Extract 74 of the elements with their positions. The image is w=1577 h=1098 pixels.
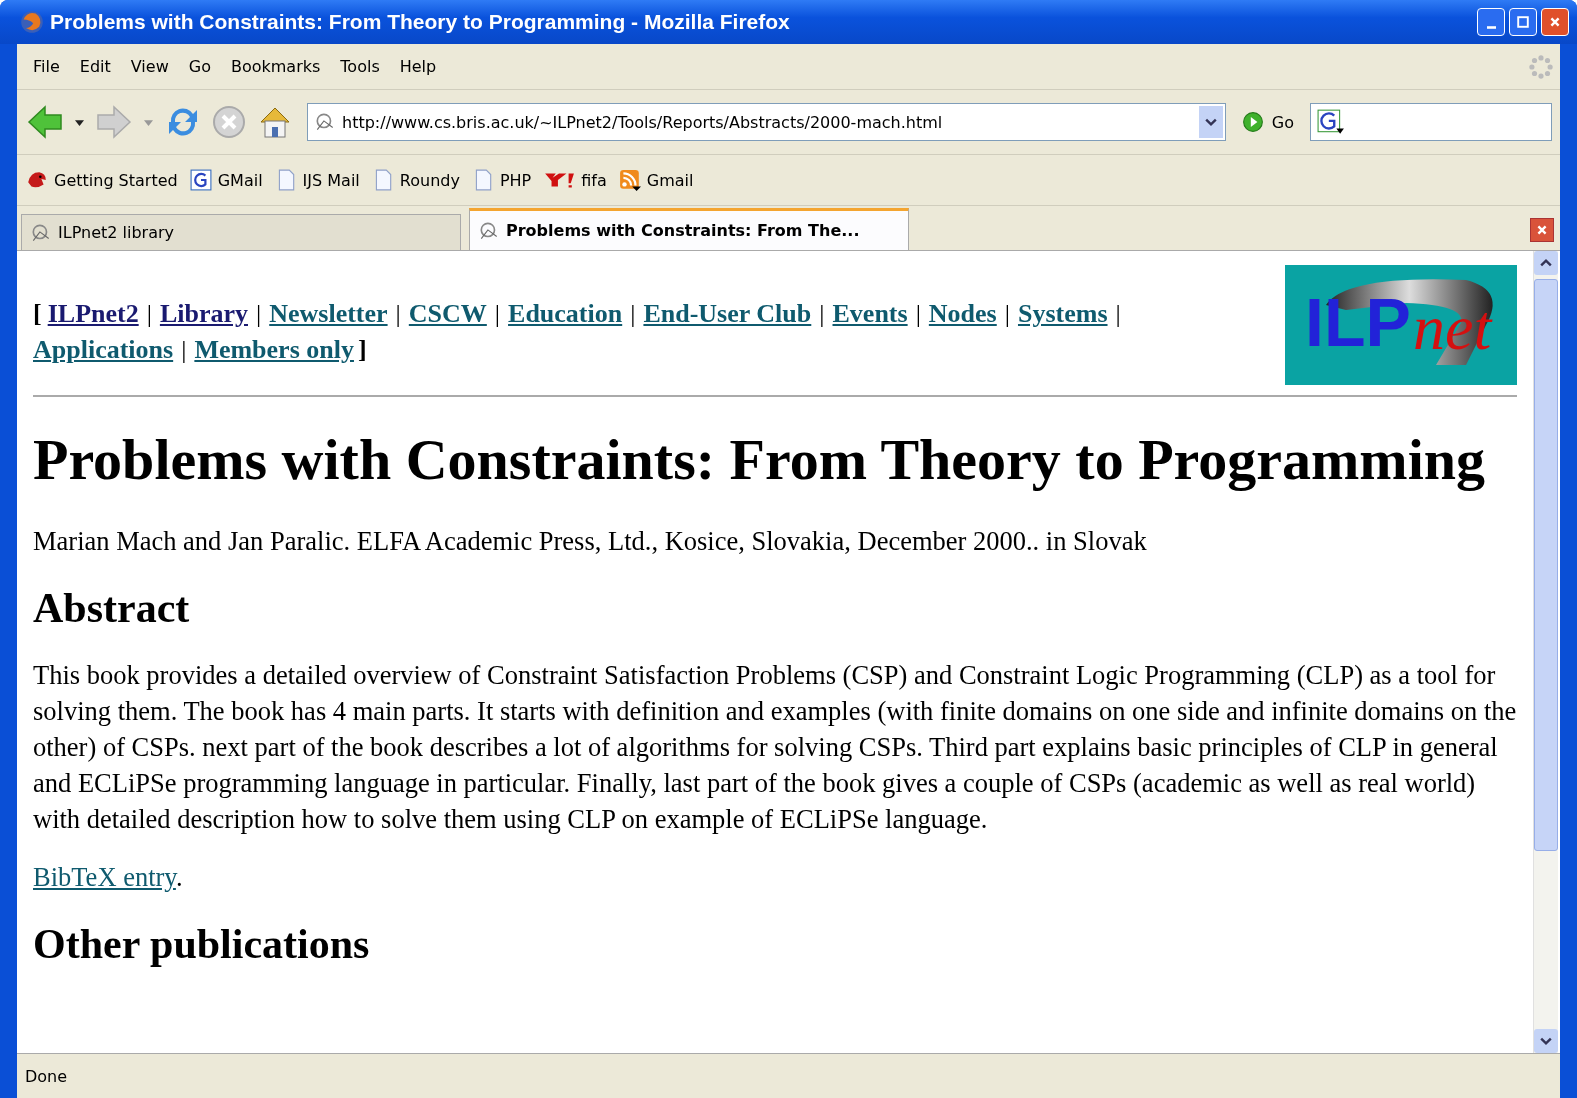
bookmark-item[interactable]: GMail [184,167,268,193]
chevron-down-icon [1540,1035,1552,1047]
nav-link[interactable]: ILPnet2 [47,296,139,332]
bookmark-item[interactable]: PHP [466,167,537,193]
chevron-down-icon [1204,116,1217,128]
vertical-scrollbar[interactable] [1533,251,1558,1053]
maximize-icon [1517,16,1529,28]
separator: | [630,298,636,330]
nav-link[interactable]: Systems [1017,296,1108,332]
bibtex-link[interactable]: BibTeX entry [33,862,176,892]
nav-link[interactable]: CSCW [408,296,487,332]
nav-link[interactable]: End-User Club [643,296,812,332]
close-button[interactable] [1541,8,1569,36]
section-heading: Abstract [33,583,191,633]
browser-tab[interactable]: Problems with Constraints: From The... [469,208,909,250]
bracket: [ [33,298,42,330]
separator: | [1115,298,1121,330]
abstract-paragraph: This book provides a detailed overview of Constraint Satisfaction Problems (CSP) and Constraint Logic Programming (CLP) as a tool for solving them. The book has 4 main parts. It starts with definition and examples (with finite domains on one side and infinite domains on the other) of CSPs. next part of the book describes a lot of algorithms for solving CSPs. Third part explains basic principles of CLP in general and ECLiPSe programming language in particular. Finally, last part of the book gives a couple of CSPs (academic as well as real world) with detailed description how to solve them using CLP on example of ECLiPSe language. [33,659,1517,836]
bookmark-item[interactable]: IJS Mail [269,167,365,193]
bookmark-item[interactable]: Getting Started [21,167,183,193]
menu-item[interactable]: Edit [69,53,121,80]
throbber-icon [1528,53,1554,80]
bookmark-item[interactable]: Roundy [366,167,465,193]
close-icon [1536,224,1548,236]
citation-text: Marian Mach and Jan Paralic. ELFA Academic Press, Ltd., Kosice, Slovakia, December 2000.. in Slovak [33,524,1148,558]
dropdown-arrow-icon[interactable] [75,117,84,127]
nav-link[interactable]: Members only [194,332,354,368]
bookmark-item[interactable]: Gmail [613,167,699,193]
nav-link[interactable]: Nodes [928,296,997,332]
separator: | [146,298,152,330]
firefox-icon [20,10,44,34]
nav-link[interactable]: Events [832,296,908,332]
page-heading: Problems with Constraints: From Theory to Programming [33,426,1487,494]
menu-item[interactable]: Bookmarks [220,53,331,80]
minimize-button[interactable] [1477,8,1505,36]
separator: | [819,298,825,330]
separator: | [395,298,401,330]
separator: | [181,334,187,366]
separator: | [1004,298,1010,330]
close-tab-button[interactable] [1530,218,1554,242]
site-icon [314,111,336,133]
browser-tab[interactable]: ILPnet2 library [21,214,461,250]
menu-item[interactable]: Tools [330,53,390,80]
separator: | [256,298,262,330]
bookmark-item[interactable]: fifa [538,167,612,193]
play-icon [1241,111,1264,133]
search-engine-icon[interactable] [1317,109,1345,135]
scroll-down-button[interactable] [1534,1029,1558,1053]
search-field[interactable] [1310,103,1552,141]
minimize-icon [1486,25,1496,29]
menu-item[interactable]: Go [178,53,221,80]
scroll-up-button[interactable] [1534,251,1558,275]
letter-g-icon [189,169,212,191]
separator: | [915,298,921,330]
chevron-up-icon [1540,257,1552,269]
separator: | [494,298,501,330]
nav-link[interactable]: Education [508,296,623,332]
nav-link[interactable]: Library [159,296,248,332]
nav-link[interactable]: Applications [33,332,174,368]
site-logo: ILPnet [1285,265,1517,385]
bracket: ] [357,334,367,366]
feed-icon [618,169,641,191]
scroll-thumb[interactable] [1534,279,1558,851]
menu-item[interactable]: File [23,53,70,80]
status-text: Done [25,1066,68,1086]
window-title: Problems with Constraints: From Theory to Programming - Mozilla Firefox [50,10,791,34]
go-button[interactable]: Go [1231,111,1304,133]
menu-item[interactable]: View [120,53,179,80]
section-heading: Other publications [33,920,371,969]
menu-item[interactable]: Help [389,53,447,80]
nav-link[interactable]: Newsletter [269,296,388,332]
maximize-button[interactable] [1509,8,1537,36]
address-field[interactable]: http://www.cs.bris.ac.uk/~ILPnet2/Tools/Reports/Abstracts/2000-mach.html [307,103,1226,141]
close-icon [1549,16,1561,28]
